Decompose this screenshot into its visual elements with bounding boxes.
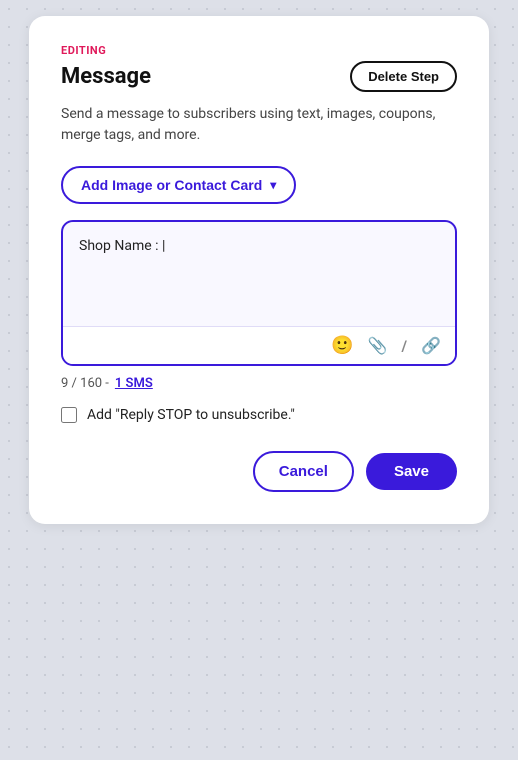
chevron-down-icon: ▾: [270, 178, 276, 192]
stop-unsubscribe-label: Add "Reply STOP to unsubscribe.": [87, 407, 295, 423]
char-current: 9: [61, 376, 68, 391]
delete-step-button[interactable]: Delete Step: [350, 61, 457, 92]
char-max: 160: [80, 376, 102, 391]
header-row: Message Delete Step: [61, 61, 457, 92]
attachment-icon[interactable]: 📎: [368, 336, 388, 355]
message-card: EDITING Message Delete Step Send a messa…: [29, 16, 489, 524]
save-button[interactable]: Save: [366, 453, 457, 490]
add-image-button[interactable]: Add Image or Contact Card ▾: [61, 166, 296, 204]
add-image-button-label: Add Image or Contact Card: [81, 177, 262, 193]
toolbar: 🙂 📎 / 🔗: [63, 326, 455, 364]
message-textarea-wrapper: Shop Name : | 🙂 📎 / 🔗: [61, 220, 457, 366]
description-text: Send a message to subscribers using text…: [61, 104, 457, 146]
sms-count-link[interactable]: 1 SMS: [115, 376, 153, 391]
cancel-button[interactable]: Cancel: [253, 451, 354, 492]
emoji-icon[interactable]: 🙂: [331, 335, 353, 356]
editing-label: EDITING: [61, 44, 457, 57]
char-count-row: 9 / 160 - 1 SMS: [61, 376, 457, 391]
percent-icon[interactable]: /: [402, 337, 408, 355]
stop-unsubscribe-row: Add "Reply STOP to unsubscribe.": [61, 407, 457, 423]
char-count-text: 9 / 160 -: [61, 376, 109, 391]
page-title: Message: [61, 64, 151, 89]
stop-unsubscribe-checkbox[interactable]: [61, 407, 77, 423]
action-buttons-row: Cancel Save: [61, 451, 457, 492]
message-input[interactable]: Shop Name : |: [63, 222, 455, 322]
link-icon[interactable]: 🔗: [421, 336, 441, 355]
